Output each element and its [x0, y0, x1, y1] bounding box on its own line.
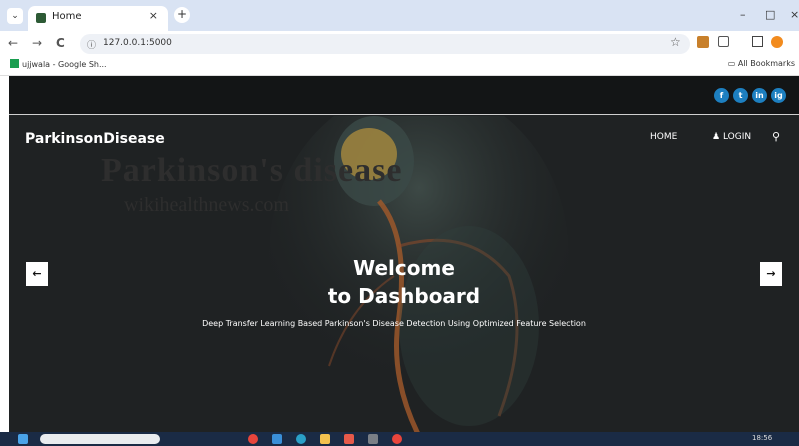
- os-taskbar: 18:56: [0, 432, 799, 446]
- site-info-icon[interactable]: ⓘ: [87, 38, 96, 51]
- address-bar-row: ← → C ⓘ 127.0.0.1:5000 ☆: [0, 31, 799, 57]
- user-icon: ♟: [712, 132, 721, 142]
- back-button[interactable]: ←: [8, 36, 18, 50]
- site-brand[interactable]: ParkinsonDisease: [25, 131, 165, 147]
- tab-home[interactable]: Home ×: [28, 6, 168, 31]
- hero-subtitle: Deep Transfer Learning Based Parkinson's…: [202, 319, 586, 328]
- side-panel-icon[interactable]: [752, 36, 763, 47]
- watermark-site: wikihealthnews.com: [124, 194, 289, 216]
- app2-taskbar-icon[interactable]: [368, 434, 378, 444]
- facebook-icon[interactable]: f: [714, 88, 729, 103]
- edge-taskbar-icon[interactable]: [296, 434, 306, 444]
- tab-close-icon[interactable]: ×: [149, 9, 158, 22]
- reload-button[interactable]: C: [56, 36, 65, 50]
- close-window-button[interactable]: ×: [790, 8, 799, 21]
- clock: 18:56: [752, 434, 773, 442]
- sheets-icon: [10, 59, 19, 68]
- metamask-extension-icon[interactable]: [697, 36, 709, 48]
- linkedin-icon[interactable]: in: [752, 88, 767, 103]
- all-bookmarks-label: All Bookmarks: [737, 59, 795, 68]
- bookmark-item[interactable]: ujjwala - Google Sh...: [10, 59, 107, 69]
- nav-login-label: LOGIN: [722, 132, 752, 142]
- app-taskbar-icon[interactable]: [344, 434, 354, 444]
- hero-title-line2: to Dashboard: [327, 284, 481, 308]
- minimize-button[interactable]: –: [740, 8, 746, 21]
- url-field[interactable]: ⓘ 127.0.0.1:5000: [80, 34, 690, 54]
- tab-bar: ⌄ Home × + – □ ×: [0, 0, 799, 31]
- chrome-taskbar-icon[interactable]: [248, 434, 258, 444]
- twitter-icon[interactable]: t: [733, 88, 748, 103]
- chrome2-taskbar-icon[interactable]: [392, 434, 402, 444]
- new-tab-button[interactable]: +: [174, 7, 190, 23]
- profile-icon[interactable]: [771, 36, 783, 48]
- top-strip: f t in ig: [9, 76, 799, 115]
- forward-button[interactable]: →: [32, 36, 42, 50]
- bookmark-star-icon[interactable]: ☆: [670, 35, 681, 49]
- watermark-title: Parkinson's disease: [101, 152, 403, 189]
- favicon-icon: [36, 13, 46, 23]
- explorer-taskbar-icon[interactable]: [320, 434, 330, 444]
- website-viewport: f t in ig ParkinsonDisease HOME ♟ LOGIN …: [9, 76, 799, 432]
- url-text: 127.0.0.1:5000: [103, 38, 172, 48]
- nav-login[interactable]: ♟ LOGIN: [712, 132, 751, 142]
- tab-search-button[interactable]: ⌄: [7, 8, 23, 24]
- maximize-button[interactable]: □: [765, 8, 775, 21]
- nav-home[interactable]: HOME: [650, 132, 677, 142]
- bookmarks-bar: ujjwala - Google Sh... ▭ All Bookmarks: [0, 57, 799, 76]
- tab-title: Home: [52, 11, 82, 22]
- all-bookmarks-button[interactable]: ▭ All Bookmarks: [728, 59, 795, 68]
- bookmark-label: ujjwala - Google Sh...: [22, 60, 107, 69]
- taskbar-search-box[interactable]: [40, 434, 160, 444]
- extensions-icon[interactable]: [718, 36, 729, 47]
- search-icon[interactable]: ⚲: [772, 130, 780, 143]
- hero-title-line1: Welcome: [353, 256, 455, 280]
- store-taskbar-icon[interactable]: [272, 434, 282, 444]
- instagram-icon[interactable]: ig: [771, 88, 786, 103]
- windows-start-icon[interactable]: [18, 434, 28, 444]
